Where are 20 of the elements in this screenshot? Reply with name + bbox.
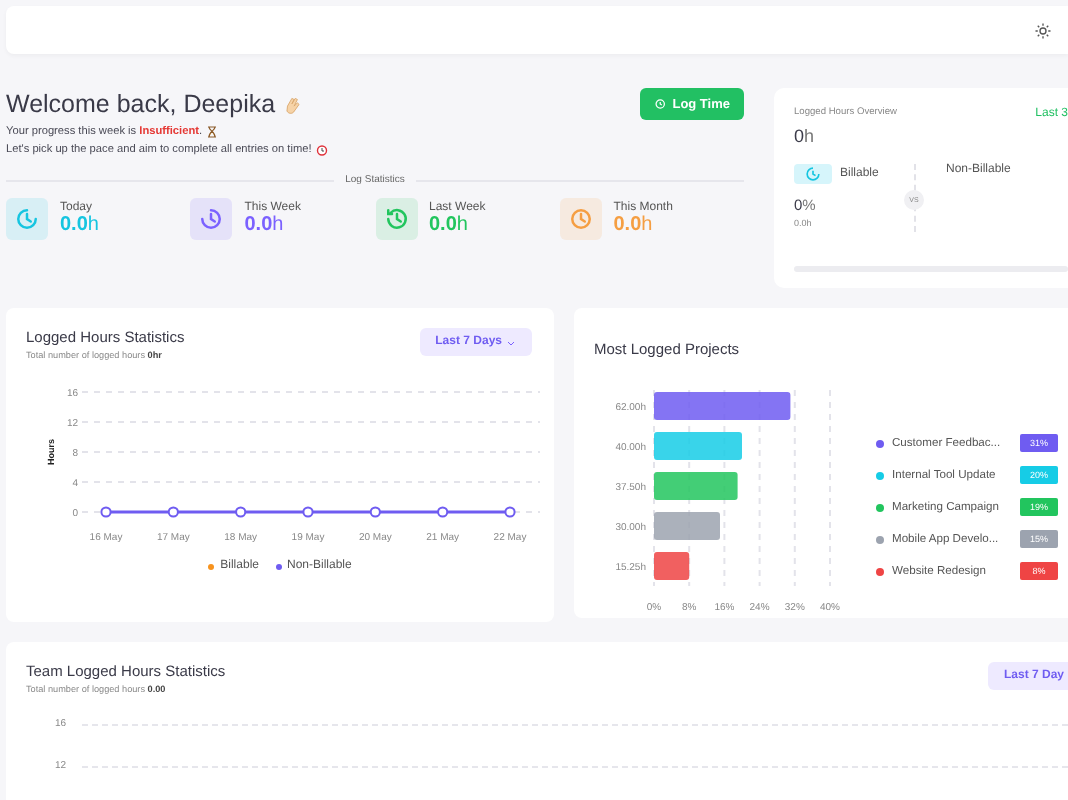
clock-icon: [375, 198, 417, 240]
clock-icon: [190, 198, 233, 240]
hourglass-icon: [206, 126, 219, 138]
bar: [654, 552, 690, 580]
clock-icon: [794, 164, 832, 184]
theme-sun-icon[interactable]: [1034, 21, 1052, 39]
clock-icon: [6, 198, 48, 240]
bar: [654, 392, 791, 420]
total-hours: 0h: [794, 126, 817, 146]
clock-icon: [654, 96, 667, 112]
stat-value: 0.0h: [60, 214, 99, 236]
stat-value: 0.0h: [429, 214, 470, 236]
stat-value: 0.0h: [244, 214, 286, 236]
bar: [654, 512, 720, 540]
alarm-clock-icon: [315, 144, 328, 156]
clock-icon: [559, 198, 602, 240]
welcome-heading: Welcome back, Deepika: [6, 90, 276, 118]
bar: [654, 432, 742, 460]
bar: [654, 472, 738, 500]
stat-value: 0.0h: [613, 214, 655, 236]
